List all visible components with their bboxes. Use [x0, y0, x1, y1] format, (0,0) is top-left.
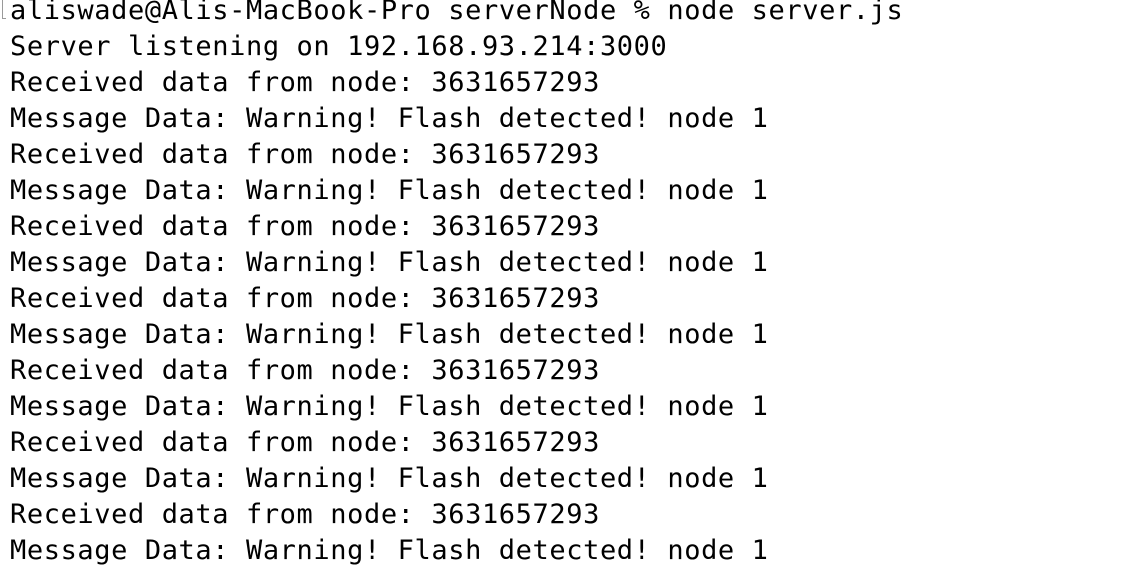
mark-bracket-icon [2, 0, 6, 19]
output-line: Message Data: Warning! Flash detected! n… [10, 391, 769, 422]
prompt-line: aliswade@Alis-MacBook-Pro serverNode % n… [2, 0, 904, 29]
output-line: Message Data: Warning! Flash detected! n… [10, 247, 769, 278]
output-line: Message Data: Warning! Flash detected! n… [10, 175, 769, 206]
prompt-cwd: serverNode [448, 0, 617, 26]
output-line: Message Data: Warning! Flash detected! n… [10, 463, 769, 494]
terminal-output: aliswade@Alis-MacBook-Pro serverNode % n… [2, 0, 904, 569]
output-line: Received data from node: 3631657293 [10, 427, 600, 458]
output-line: Message Data: Warning! Flash detected! n… [10, 535, 769, 566]
output-line: Received data from node: 3631657293 [10, 355, 600, 386]
prompt-user-host: aliswade@Alis-MacBook-Pro [10, 0, 432, 26]
output-line: Received data from node: 3631657293 [10, 67, 600, 98]
output-line: Server listening on 192.168.93.214:3000 [10, 31, 668, 62]
output-line: Message Data: Warning! Flash detected! n… [10, 319, 769, 350]
output-line: Received data from node: 3631657293 [10, 139, 600, 170]
terminal-window[interactable]: aliswade@Alis-MacBook-Pro serverNode % n… [0, 0, 1138, 572]
output-line: Message Data: Warning! Flash detected! n… [10, 103, 769, 134]
prompt-command: node server.js [667, 0, 904, 26]
output-line: Received data from node: 3631657293 [10, 283, 600, 314]
prompt-symbol: % [633, 0, 651, 26]
output-line: Received data from node: 3631657293 [10, 499, 600, 530]
output-line: Received data from node: 3631657293 [10, 211, 600, 242]
